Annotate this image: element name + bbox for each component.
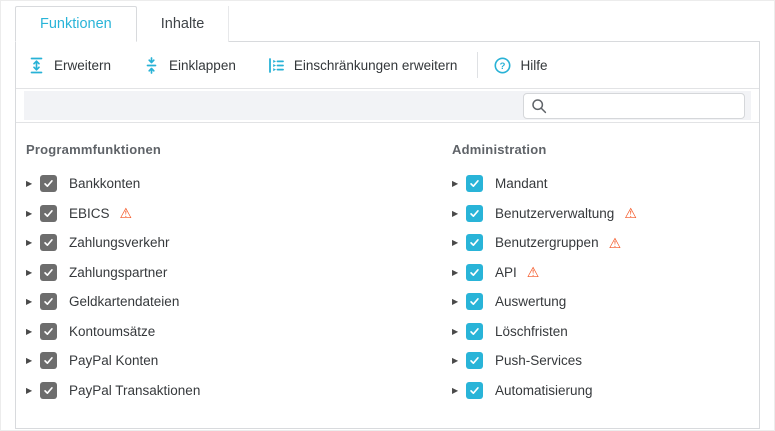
expander-arrow-icon[interactable]: ▶ <box>24 268 40 277</box>
tree-item-label[interactable]: PayPal Transaktionen <box>69 383 200 398</box>
checkbox[interactable] <box>466 323 483 340</box>
expander-arrow-icon[interactable]: ▶ <box>24 386 40 395</box>
checkbox[interactable] <box>40 234 57 251</box>
tree-item-label[interactable]: Auswertung <box>495 294 566 309</box>
tree-item-label[interactable]: Zahlungspartner <box>69 265 167 280</box>
expander-arrow-icon[interactable]: ▶ <box>450 209 466 218</box>
checkbox[interactable] <box>466 264 483 281</box>
tree-item-label[interactable]: Benutzergruppen <box>495 235 599 250</box>
tree-item: ▶ Automatisierung ⚠ <box>450 376 759 406</box>
checkbox[interactable] <box>40 175 57 192</box>
tree-rows: ▶ Mandant ⚠ ▶ Benutzerverwaltung ⚠ ▶ Ben… <box>450 169 759 405</box>
tab-strip: Funktionen Inhalte <box>15 6 229 42</box>
tree-item-label[interactable]: Geldkartendateien <box>69 294 179 309</box>
checkbox[interactable] <box>40 293 57 310</box>
expand-button[interactable]: Erweitern <box>28 57 111 74</box>
expander-arrow-icon[interactable]: ▶ <box>450 238 466 247</box>
tab-panel: Erweitern Einklappen Einsch <box>15 41 760 429</box>
search-bar <box>16 89 759 123</box>
tree-item: ▶ Zahlungsverkehr ⚠ <box>24 228 450 258</box>
column-header: Programmfunktionen <box>26 142 450 157</box>
checkbox[interactable] <box>40 382 57 399</box>
expand-restrictions-button[interactable]: Einschränkungen erweitern <box>268 57 458 74</box>
collapse-button[interactable]: Einklappen <box>143 57 236 74</box>
expander-arrow-icon[interactable]: ▶ <box>24 179 40 188</box>
checkbox[interactable] <box>466 352 483 369</box>
expander-arrow-icon[interactable]: ▶ <box>450 179 466 188</box>
warning-icon: ⚠ <box>624 206 637 220</box>
tree-item-label[interactable]: Zahlungsverkehr <box>69 235 170 250</box>
tree-item: ▶ Kontoumsätze ⚠ <box>24 317 450 347</box>
tree-item: ▶ Benutzergruppen ⚠ <box>450 228 759 258</box>
tree-item-label[interactable]: Automatisierung <box>495 383 593 398</box>
tab-funktionen[interactable]: Funktionen <box>15 6 137 42</box>
help-button-label: Hilfe <box>520 58 547 73</box>
tree-item-label[interactable]: Bankkonten <box>69 176 140 191</box>
tree-item-label[interactable]: Löschfristen <box>495 324 568 339</box>
checkbox[interactable] <box>466 175 483 192</box>
checkbox[interactable] <box>40 264 57 281</box>
tree-column: Administration ▶ Mandant ⚠ ▶ Benutzerver… <box>450 142 759 428</box>
column-header: Administration <box>452 142 759 157</box>
tree-item-label[interactable]: Kontoumsätze <box>69 324 155 339</box>
tree-item: ▶ API ⚠ <box>450 258 759 288</box>
tree-item: ▶ Benutzerverwaltung ⚠ <box>450 199 759 229</box>
tree-item-label[interactable]: Push-Services <box>495 353 582 368</box>
tree-item: ▶ Geldkartendateien ⚠ <box>24 287 450 317</box>
tree-item: ▶ Push-Services ⚠ <box>450 346 759 376</box>
help-icon: ? <box>494 57 511 74</box>
tree-item-label[interactable]: Mandant <box>495 176 548 191</box>
checkbox[interactable] <box>40 352 57 369</box>
expand-button-label: Erweitern <box>54 58 111 73</box>
tree-item: ▶ Mandant ⚠ <box>450 169 759 199</box>
tree-item: ▶ Zahlungspartner ⚠ <box>24 258 450 288</box>
tree-item: ▶ EBICS ⚠ <box>24 199 450 229</box>
collapse-button-label: Einklappen <box>169 58 236 73</box>
expand-restrictions-icon <box>268 57 285 74</box>
checkbox[interactable] <box>466 205 483 222</box>
expand-restrictions-button-label: Einschränkungen erweitern <box>294 58 458 73</box>
search-box <box>523 93 745 119</box>
tree-item-label[interactable]: EBICS <box>69 206 110 221</box>
collapse-vertical-icon <box>143 57 160 74</box>
toolbar-separator <box>477 52 478 78</box>
expander-arrow-icon[interactable]: ▶ <box>450 356 466 365</box>
search-input[interactable] <box>523 93 745 119</box>
tree-item: ▶ PayPal Transaktionen ⚠ <box>24 376 450 406</box>
tab-inhalte[interactable]: Inhalte <box>137 6 230 42</box>
toolbar: Erweitern Einklappen Einsch <box>16 42 759 89</box>
permissions-tree: Programmfunktionen ▶ Bankkonten ⚠ ▶ EBIC… <box>16 123 759 428</box>
tree-rows: ▶ Bankkonten ⚠ ▶ EBICS ⚠ ▶ Zahlungsverke… <box>24 169 450 405</box>
warning-icon: ⚠ <box>609 236 622 250</box>
tree-item: ▶ Bankkonten ⚠ <box>24 169 450 199</box>
svg-text:?: ? <box>500 61 506 72</box>
expander-arrow-icon[interactable]: ▶ <box>24 209 40 218</box>
checkbox[interactable] <box>466 382 483 399</box>
expander-arrow-icon[interactable]: ▶ <box>24 327 40 336</box>
search-strip <box>24 91 751 120</box>
tree-item: ▶ Löschfristen ⚠ <box>450 317 759 347</box>
warning-icon: ⚠ <box>527 265 540 279</box>
expander-arrow-icon[interactable]: ▶ <box>24 356 40 365</box>
tree-item-label[interactable]: PayPal Konten <box>69 353 158 368</box>
checkbox[interactable] <box>40 205 57 222</box>
expander-arrow-icon[interactable]: ▶ <box>450 386 466 395</box>
tree-column: Programmfunktionen ▶ Bankkonten ⚠ ▶ EBIC… <box>24 142 450 428</box>
warning-icon: ⚠ <box>120 206 133 220</box>
expander-arrow-icon[interactable]: ▶ <box>450 268 466 277</box>
tree-item: ▶ Auswertung ⚠ <box>450 287 759 317</box>
help-button[interactable]: ? Hilfe <box>494 57 547 74</box>
tree-item-label[interactable]: API <box>495 265 517 280</box>
expander-arrow-icon[interactable]: ▶ <box>450 297 466 306</box>
checkbox[interactable] <box>466 293 483 310</box>
checkbox[interactable] <box>40 323 57 340</box>
checkbox[interactable] <box>466 234 483 251</box>
expand-vertical-icon <box>28 57 45 74</box>
expander-arrow-icon[interactable]: ▶ <box>24 297 40 306</box>
expander-arrow-icon[interactable]: ▶ <box>450 327 466 336</box>
expander-arrow-icon[interactable]: ▶ <box>24 238 40 247</box>
tree-item-label[interactable]: Benutzerverwaltung <box>495 206 614 221</box>
tree-item: ▶ PayPal Konten ⚠ <box>24 346 450 376</box>
